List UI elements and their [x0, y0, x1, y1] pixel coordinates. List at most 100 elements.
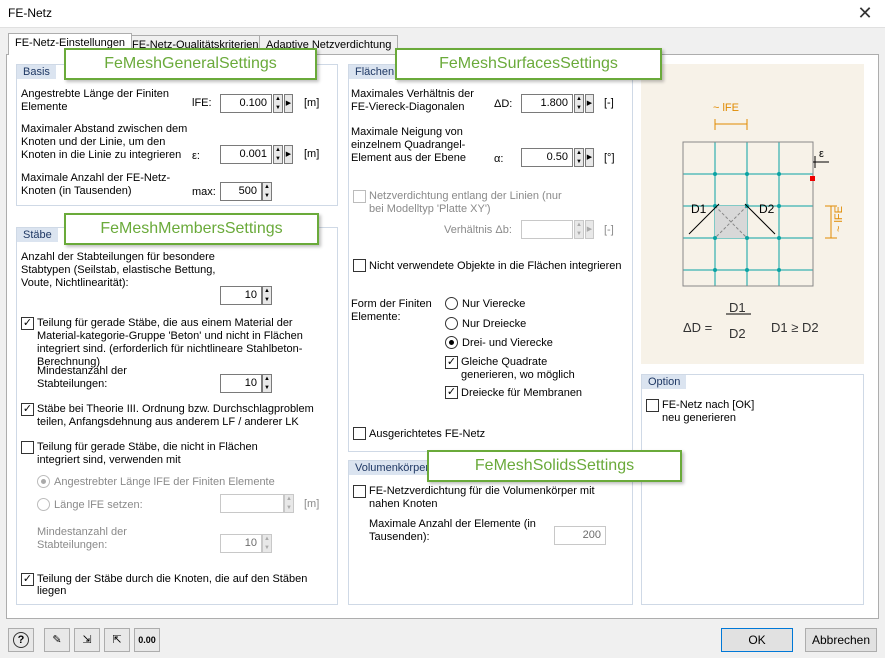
divisions-label: Anzahl der Stabteilungen für besondere S…: [21, 251, 216, 289]
solids-refine-label: FE-Netzverdichtung für die Volumenkörper…: [369, 485, 595, 510]
radio-tri-and-quads-label: Drei- und Vierecke: [462, 337, 553, 349]
refine-ratio-input[interactable]: [521, 220, 573, 239]
divisions-input[interactable]: 10: [220, 286, 262, 305]
radio-set-length[interactable]: [37, 498, 50, 511]
regenerate-label: FE-Netz nach [OK] neu generieren: [662, 399, 755, 424]
concrete-label: Teilung für gerade Stäbe, die aus einem …: [37, 317, 303, 368]
max-distance-symbol: ε:: [192, 150, 200, 162]
d1-label: D1: [691, 202, 707, 216]
slope-symbol: α:: [494, 153, 504, 165]
ok-button[interactable]: OK: [721, 628, 793, 652]
concrete-checkbox[interactable]: ✓: [21, 317, 34, 330]
edit-icon: ✎: [52, 634, 62, 646]
import-button[interactable]: ⇲: [74, 628, 100, 652]
formula-lhs: ΔD =: [683, 320, 713, 335]
target-length-spinner[interactable]: ▲ ▼: [273, 94, 283, 113]
radio-only-triangles-label: Nur Dreiecke: [462, 318, 527, 330]
ratio-input[interactable]: 1.800: [521, 94, 573, 113]
nodes-on-members-label: Teilung der Stäbe durch die Knoten, die …: [37, 573, 308, 597]
not-integrated-label: Teilung für gerade Stäbe, die nicht in F…: [37, 441, 258, 466]
callout-surfaces-settings: FeMeshSurfacesSettings: [395, 48, 662, 80]
max-distance-input[interactable]: 0.001: [220, 145, 272, 164]
max-nodes-input[interactable]: 500: [220, 182, 262, 201]
ratio-arrow[interactable]: ▶: [585, 94, 594, 113]
slope-unit: [°]: [604, 152, 615, 164]
min-divisions2-spinner[interactable]: ▲ ▼: [262, 534, 272, 553]
third-order-label: Stäbe bei Theorie III. Ordnung bzw. Durc…: [37, 403, 314, 428]
equal-squares-checkbox[interactable]: ✓: [445, 356, 458, 369]
max-nodes-label: Maximale Anzahl der FE-Netz-Knoten (in T…: [21, 172, 171, 197]
refine-lines-checkbox[interactable]: [353, 190, 366, 203]
max-distance-label: Maximaler Abstand zwischen dem Knoten un…: [21, 123, 188, 161]
slope-arrow[interactable]: ▶: [585, 148, 594, 167]
slope-input[interactable]: 0.50: [521, 148, 573, 167]
regenerate-checkbox[interactable]: [646, 399, 659, 412]
target-length-unit: [m]: [304, 97, 320, 109]
solids-header: Volumenkörper: [349, 461, 435, 475]
not-integrated-checkbox[interactable]: [21, 441, 34, 454]
callout-solids-settings: FeMeshSolidsSettings: [427, 450, 682, 482]
max-distance-arrow[interactable]: ▶: [284, 145, 293, 164]
unused-objects-checkbox[interactable]: [353, 259, 366, 272]
option-header: Option: [642, 375, 687, 389]
radio-tri-and-quads[interactable]: [445, 336, 458, 349]
min-divisions2-label: Mindestanzahl der Stabteilungen:: [37, 526, 127, 551]
min-divisions2-input[interactable]: 10: [220, 534, 262, 553]
edit-button[interactable]: ✎: [44, 628, 70, 652]
set-length-input[interactable]: [220, 494, 284, 513]
radio-only-quads-label: Nur Vierecke: [462, 298, 526, 310]
solids-refine-checkbox[interactable]: [353, 485, 366, 498]
ratio-symbol: ΔD:: [494, 98, 513, 110]
set-length-unit: [m]: [304, 498, 320, 510]
radio-target-length[interactable]: [37, 475, 50, 488]
close-icon[interactable]: ✕: [853, 2, 877, 24]
window-title: FE-Netz: [8, 6, 53, 20]
title-bar: FE-Netz ✕: [0, 0, 885, 28]
radio-only-triangles[interactable]: [445, 317, 458, 330]
third-order-checkbox[interactable]: ✓: [21, 403, 34, 416]
nodes-on-members-checkbox[interactable]: ✓: [21, 573, 34, 586]
max-distance-spinner[interactable]: ▲ ▼: [273, 145, 283, 164]
target-length-input[interactable]: 0.100: [220, 94, 272, 113]
epsilon-label: ε: [819, 148, 824, 160]
max-distance-unit: [m]: [304, 148, 320, 160]
d2-label: D2: [759, 202, 775, 216]
refine-ratio-spinner[interactable]: ▲ ▼: [574, 220, 584, 239]
slope-label: Maximale Neigung von einzelnem Quadrange…: [351, 126, 466, 164]
divisions-spinner[interactable]: ▲ ▼: [262, 286, 272, 305]
target-length-symbol: lFE:: [192, 97, 212, 109]
refine-ratio-arrow[interactable]: ▶: [585, 220, 594, 239]
formula-denominator: D2: [729, 326, 746, 341]
min-divisions-label: Mindestanzahl der Stabteilungen:: [37, 365, 127, 390]
min-divisions-spinner[interactable]: ▲ ▼: [262, 374, 272, 393]
ratio-label: Maximales Verhältnis der FE-Viereck-Diag…: [351, 88, 474, 113]
lfe-right-label: ~ lFE: [833, 206, 845, 232]
max-nodes-symbol: max:: [192, 186, 216, 198]
target-length-label: Angestrebte Länge der Finiten Elemente: [21, 88, 169, 113]
callout-general-settings: FeMeshGeneralSettings: [64, 48, 317, 80]
triangles-membranes-checkbox[interactable]: ✓: [445, 386, 458, 399]
max-elements-label: Maximale Anzahl der Elemente (in Tausend…: [369, 518, 536, 543]
lfe-top-label: ~ lFE: [713, 102, 739, 114]
min-divisions-input[interactable]: 10: [220, 374, 262, 393]
max-elements-input[interactable]: 200: [554, 526, 606, 545]
mesh-figure: ~ lFE ~ lFE ε D1 D2 ΔD = D1 D2 D1 ≥ D2: [641, 64, 864, 364]
slope-spinner[interactable]: ▲ ▼: [574, 148, 584, 167]
unused-objects-label: Nicht verwendete Objekte in die Flächen …: [369, 260, 622, 272]
radio-only-quads[interactable]: [445, 297, 458, 310]
set-length-spinner[interactable]: ▲ ▼: [284, 494, 294, 513]
aligned-mesh-checkbox[interactable]: [353, 427, 366, 440]
max-nodes-spinner[interactable]: ▲ ▼: [262, 182, 272, 201]
equal-squares-label: Gleiche Quadrate generieren, wo möglich: [461, 356, 575, 381]
units-button[interactable]: 0.00: [134, 628, 160, 652]
refine-ratio-unit: [-]: [604, 224, 614, 236]
target-length-arrow[interactable]: ▶: [284, 94, 293, 113]
cancel-button[interactable]: Abbrechen: [805, 628, 877, 652]
export-button[interactable]: ⇱: [104, 628, 130, 652]
callout-members-settings: FeMeshMembersSettings: [64, 213, 319, 245]
refine-lines-label: Netzverdichtung entlang der Linien (nur …: [369, 190, 562, 215]
help-button[interactable]: ?: [8, 628, 34, 652]
ratio-spinner[interactable]: ▲ ▼: [574, 94, 584, 113]
basis-header: Basis: [17, 65, 56, 79]
triangles-membranes-label: Dreiecke für Membranen: [461, 387, 583, 399]
